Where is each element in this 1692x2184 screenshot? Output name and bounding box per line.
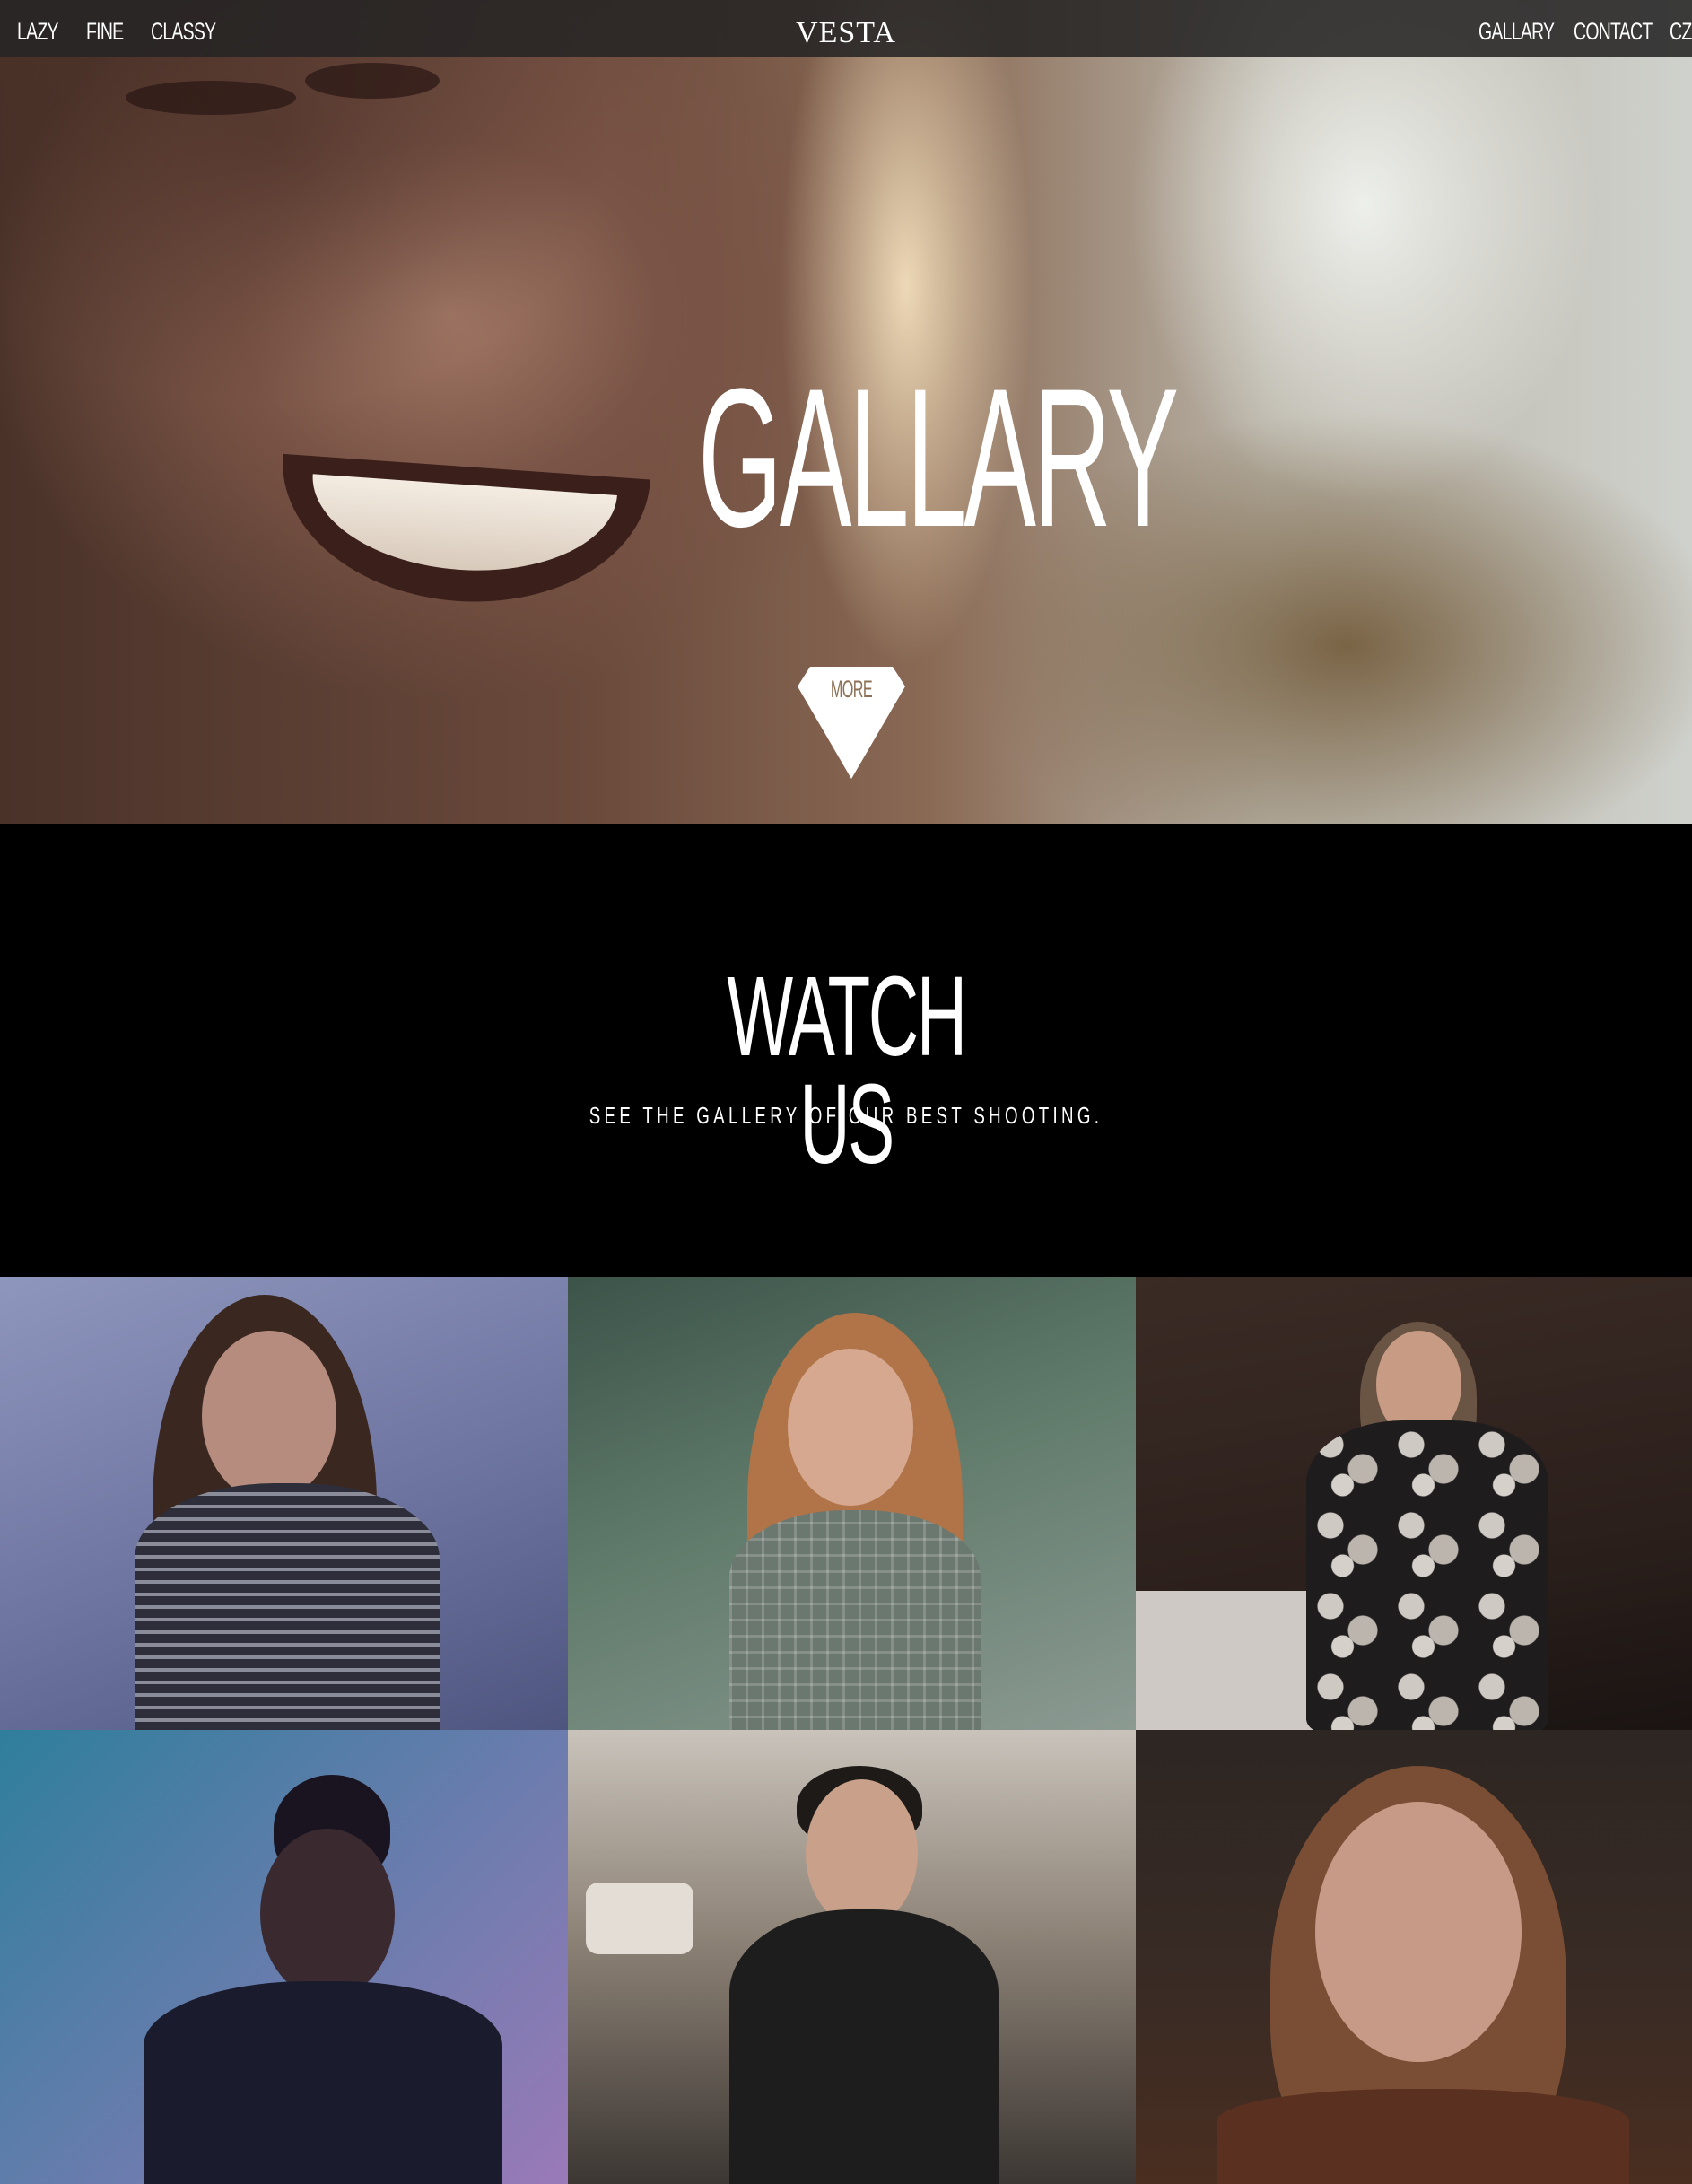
photo-detail [1306,1420,1548,1730]
section-subtitle: SEE THE GALLERY OF OUR BEST SHOOTING. [589,1102,1103,1129]
gallery-photo[interactable] [568,1730,1136,2184]
more-button[interactable]: MORE [798,667,905,779]
watch-us-section: WATCH US SEE THE GALLERY OF OUR BEST SHO… [0,824,1692,1277]
photo-detail [729,1909,999,2184]
section-title: WATCH US [727,953,967,1187]
photo-detail [202,1331,336,1501]
photo-detail [260,1829,395,1999]
nav-link-contact[interactable]: CONTACT [1574,0,1653,57]
top-nav: LAZY FINE CLASSY VESTA GALLARY CONTACT C… [0,0,1692,57]
nav-link-gallary[interactable]: GALLARY [1478,0,1555,57]
photo-detail [1217,2089,1629,2184]
hero-section: GALLARY MORE [0,0,1692,824]
gallery-photo[interactable] [0,1730,568,2184]
gallery-photo[interactable] [1136,1277,1692,1730]
photo-detail [144,1981,502,2184]
photo-detail [586,1883,693,1954]
nav-link-classy[interactable]: CLASSY [151,0,216,57]
photo-detail [135,1483,440,1730]
nav-link-language-cz[interactable]: CZ [1670,0,1692,57]
photo-detail [788,1349,913,1506]
gallery-photo[interactable] [568,1277,1136,1730]
nav-link-fine[interactable]: FINE [86,0,124,57]
gallery-photo[interactable] [1136,1730,1692,2184]
gallery-photo[interactable] [0,1277,568,1730]
photo-detail [729,1510,981,1730]
hero-title: GALLARY [698,347,1179,568]
photo-detail [1315,1802,1522,2062]
hero-image-detail [305,63,440,99]
photo-detail [1136,1591,1315,1730]
more-button-label: MORE [830,676,873,703]
brand-logo[interactable]: VESTA [756,0,936,57]
hero-image-detail [126,81,296,115]
nav-link-lazy[interactable]: LAZY [17,0,58,57]
photo-detail [806,1779,918,1927]
gallery-grid [0,1277,1692,2184]
